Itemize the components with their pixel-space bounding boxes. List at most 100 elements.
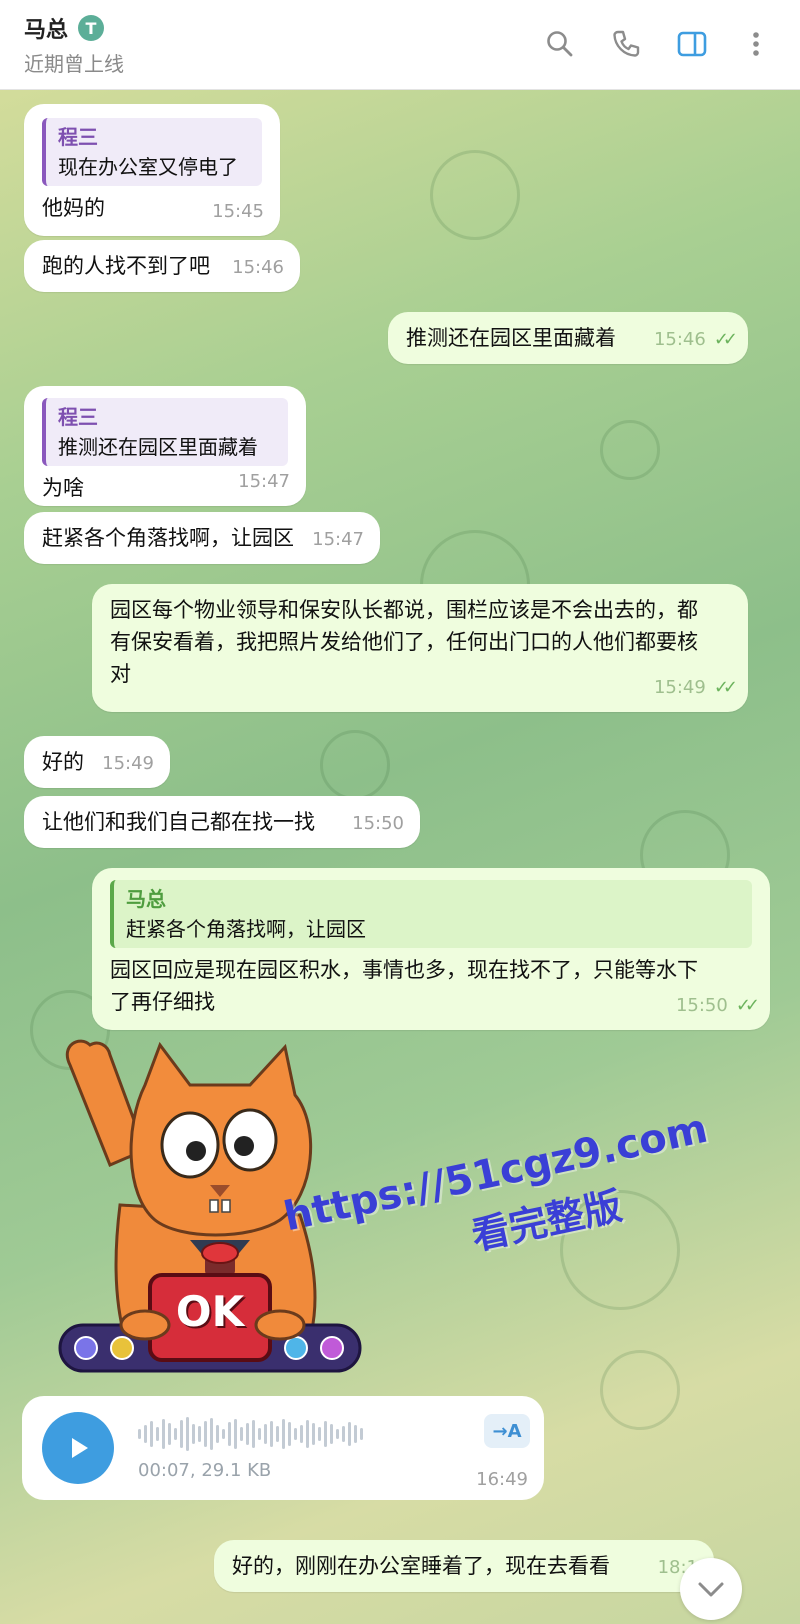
message-time: 15:50 — [352, 813, 404, 834]
message-time: 15:50 — [675, 995, 728, 1016]
waveform-bar — [150, 1421, 153, 1447]
message-time: 15:49 — [102, 753, 154, 774]
chat-title[interactable]: 马总 — [24, 12, 68, 44]
message-text-line: 园区回应是现在园区积水，事情也多，现在找不了，只能等水下 — [110, 958, 698, 982]
waveform-bar — [330, 1424, 333, 1444]
sticker-label: OK — [175, 1287, 245, 1336]
read-ticks-icon: ✓✓ — [713, 329, 738, 350]
scroll-down-button[interactable] — [680, 1558, 742, 1620]
message-bubble[interactable]: 好的 15:49 — [24, 736, 170, 788]
reply-quote[interactable]: 马总 赶紧各个角落找啊，让园区 — [110, 880, 752, 948]
message-time: 15:49 — [653, 677, 706, 698]
waveform-bar — [186, 1417, 189, 1451]
message-bubble[interactable]: 程三 现在办公室又停电了 他妈的 15:45 — [24, 104, 280, 236]
message-text-line: 园区每个物业领导和保安队长都说，围栏应该是不会出去的，都 — [110, 598, 698, 622]
play-button[interactable] — [42, 1412, 114, 1484]
waveform-bar — [222, 1429, 225, 1439]
waveform-bar — [192, 1424, 195, 1444]
play-icon — [72, 1438, 88, 1458]
waveform-bar — [198, 1426, 201, 1442]
message-text: 好的，刚刚在办公室睡着了，现在去看看 — [232, 1554, 610, 1578]
read-ticks-icon: ✓✓ — [735, 995, 760, 1016]
waveform-bar — [276, 1426, 279, 1442]
waveform-bar — [216, 1425, 219, 1443]
reply-text: 推测还在园区里面藏着 — [58, 435, 258, 459]
message-meta: 15:49 — [102, 748, 154, 780]
message-meta: 15:50 ✓✓ — [675, 990, 760, 1022]
waveform-bar — [264, 1424, 267, 1444]
waveform-bar — [318, 1427, 321, 1441]
waveform-bar — [258, 1428, 261, 1440]
waveform-bar — [156, 1427, 159, 1441]
waveform-bar — [312, 1423, 315, 1445]
search-icon[interactable] — [542, 26, 578, 62]
waveform-bar — [228, 1422, 231, 1446]
waveform-bar — [288, 1422, 291, 1446]
message-text-line: 对 — [110, 662, 131, 686]
chevron-down-icon — [698, 1582, 724, 1597]
waveform-bar — [210, 1418, 213, 1450]
reply-author: 程三 — [58, 125, 98, 149]
message-meta: 15:47 — [238, 466, 290, 498]
message-bubble[interactable]: 跑的人找不到了吧 15:46 — [24, 240, 300, 292]
waveform-bar — [174, 1428, 177, 1440]
message-time: 15:46 — [232, 257, 284, 278]
message-meta: 15:46 ✓✓ — [653, 324, 738, 356]
message-meta: 15:47 — [312, 524, 364, 556]
waveform-bar — [336, 1429, 339, 1439]
verified-badge-icon: T — [78, 15, 105, 41]
chat-header: 马总 T 近期曾上线 — [0, 0, 800, 90]
waveform-bar — [300, 1425, 303, 1443]
voice-message[interactable]: 00:07, 29.1 KB →A 16:49 — [22, 1396, 544, 1500]
message-meta: 15:46 — [232, 252, 284, 284]
message-time: 15:46 — [653, 329, 706, 350]
sidebar-toggle-icon[interactable] — [674, 26, 710, 62]
waveform-bar — [240, 1427, 243, 1441]
reply-quote[interactable]: 程三 现在办公室又停电了 — [42, 118, 262, 186]
message-bubble[interactable]: 让他们和我们自己都在找一找 15:50 — [24, 796, 420, 848]
reply-text: 现在办公室又停电了 — [58, 155, 238, 179]
waveform-bar — [348, 1422, 351, 1446]
waveform-bar — [294, 1428, 297, 1440]
waveform-bar — [354, 1425, 357, 1443]
waveform-bar — [306, 1420, 309, 1448]
message-meta: 15:49 ✓✓ — [653, 672, 738, 704]
message-bubble[interactable]: 推测还在园区里面藏着 15:46 ✓✓ — [388, 312, 748, 364]
title-row[interactable]: 马总 T — [24, 12, 105, 44]
waveform-bar — [360, 1428, 363, 1440]
waveform-bar — [324, 1421, 327, 1447]
message-meta: 15:50 — [352, 808, 404, 840]
waveform-bar — [144, 1425, 147, 1443]
message-bubble[interactable]: 园区每个物业领导和保安队长都说，围栏应该是不会出去的，都 有保安看着，我把照片发… — [92, 584, 748, 712]
waveform-bar — [180, 1420, 183, 1448]
reply-text: 赶紧各个角落找啊，让园区 — [126, 917, 366, 941]
message-text: 让他们和我们自己都在找一找 — [42, 810, 315, 834]
more-menu-icon[interactable] — [738, 26, 774, 62]
waveform-bar — [270, 1421, 273, 1447]
waveform-bar — [282, 1419, 285, 1449]
message-time: 15:47 — [312, 529, 364, 550]
waveform-bar — [168, 1423, 171, 1445]
message-time: 16:49 — [476, 1469, 528, 1490]
waveform-bar — [138, 1429, 141, 1439]
message-bubble[interactable]: 好的，刚刚在办公室睡着了，现在去看看 18:1 — [214, 1540, 714, 1592]
message-text-line: 有保安看着，我把照片发给他们了，任何出门口的人他们都要核 — [110, 630, 698, 654]
waveform-bar — [234, 1419, 237, 1449]
message-text-line: 了再仔细找 — [110, 990, 215, 1014]
waveform-bar — [342, 1426, 345, 1442]
voice-info: 00:07, 29.1 KB — [138, 1460, 272, 1481]
message-bubble[interactable]: 赶紧各个角落找啊，让园区 15:47 — [24, 512, 380, 564]
waveform-bar — [252, 1420, 255, 1448]
message-bubble[interactable]: 马总 赶紧各个角落找啊，让园区 园区回应是现在园区积水，事情也多，现在找不了，只… — [92, 868, 770, 1030]
message-bubble[interactable]: 程三 推测还在园区里面藏着 为啥 15:47 — [24, 386, 306, 506]
waveform-bar — [246, 1423, 249, 1445]
voice-waveform[interactable] — [138, 1416, 363, 1452]
reply-quote[interactable]: 程三 推测还在园区里面藏着 — [42, 398, 288, 466]
reply-author: 程三 — [58, 405, 98, 429]
waveform-bar — [162, 1419, 165, 1449]
message-time: 15:47 — [238, 471, 290, 492]
transcribe-button[interactable]: →A — [484, 1414, 530, 1448]
read-ticks-icon: ✓✓ — [713, 677, 738, 698]
message-meta: 15:45 — [212, 196, 264, 228]
phone-icon[interactable] — [608, 26, 644, 62]
